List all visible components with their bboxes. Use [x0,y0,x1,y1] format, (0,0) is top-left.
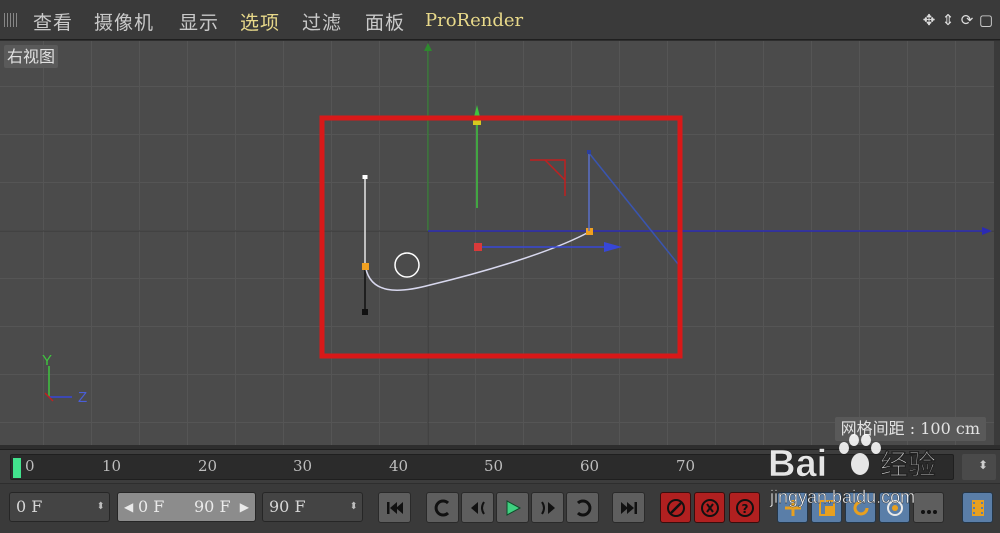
rotation-key-button[interactable] [845,492,876,523]
dots-icon [920,509,937,514]
view-name-label[interactable]: 右视图 [4,45,59,68]
menu-view[interactable]: 查看 [33,8,73,35]
rotate-key-icon [853,500,868,515]
zoom-view-icon[interactable]: ⇕ [940,11,956,29]
rotate-view-icon[interactable]: ⟳ [959,11,975,29]
timeline-tick: 50 [484,457,504,475]
transport-bar: 0 F ⬍ ◀ 0 F 90 F ▶ 90 F ⬍ ? [0,484,1000,533]
gizmo-plane-handle [544,159,566,181]
gizmo-plane-handle [530,159,566,196]
gizmo-z-arrow [604,242,622,252]
stepper-icon: ⬍ [977,458,988,472]
corner-y-label: Y [42,352,52,369]
end-frame-value: 90 F [269,497,306,516]
next-frame-icon [540,500,555,515]
menu-camera[interactable]: 摄像机 [94,8,154,35]
keyframe-help-button[interactable]: ? [729,492,760,523]
record-icon [666,498,685,517]
timeline-tick: 0 [25,457,35,475]
go-to-start-icon [386,501,403,514]
move-key-icon [784,499,801,516]
menu-filter[interactable]: 过滤 [302,8,342,35]
timeline-tick: 20 [198,457,218,475]
scene-canvas[interactable]: Y Z [0,41,1000,445]
gizmo-y-handle [473,120,481,125]
frame-range-slider[interactable]: ◀ 0 F 90 F ▶ [117,492,256,522]
view-navigation-icons: ✥ ⇕ ⟳ ▢ [921,10,994,30]
autokey-icon [700,498,719,517]
next-key-button[interactable] [566,492,599,523]
range-left-arrow-icon[interactable]: ◀ [124,493,133,521]
previous-key-button[interactable] [426,492,459,523]
current-frame-value: 0 F [16,497,43,516]
grid-spacing-label: 网格间距 : 100 cm [834,417,986,441]
cinema4d-window: 查看 摄像机 显示 选项 过滤 面板 ProRender ✥ ⇕ ⟳ ▢ Y Z… [0,0,1000,533]
previous-frame-button[interactable] [461,492,494,523]
range-end-value: 90 F [194,497,231,516]
range-start-value: 0 F [138,497,165,516]
scale-key-button[interactable] [811,492,842,523]
go-to-start-button[interactable] [378,492,411,523]
spline-segment [588,152,683,270]
tangent-handle-point [362,309,368,315]
autokey-button[interactable] [694,492,725,523]
previous-frame-icon [470,500,485,515]
point-level-button[interactable] [913,492,944,523]
stepper-icon[interactable]: ⬍ [350,493,358,521]
timeline-bar: 0 10 20 30 40 50 60 70 ⬍ [0,449,1000,483]
timeline-tick: 10 [102,457,122,475]
menu-options[interactable]: 选项 [240,8,280,35]
highlight-box [319,115,683,359]
world-z-axis-arrow [982,227,992,235]
timeline-tick: 60 [580,457,600,475]
menu-prorender[interactable]: ProRender [425,10,523,31]
circle-object [394,252,420,278]
next-key-icon [576,499,591,516]
panel-grip-icon[interactable] [4,13,18,27]
spline-point [362,175,368,179]
scale-key-icon [818,499,835,516]
next-frame-button[interactable] [531,492,564,523]
stepper-icon[interactable]: ⬍ [97,493,105,521]
current-frame-field[interactable]: 0 F ⬍ [9,492,110,522]
play-icon [506,499,521,516]
world-y-axis-arrow [424,43,432,51]
previous-key-icon [434,499,449,516]
position-key-button[interactable] [777,492,808,523]
toggle-view-icon[interactable]: ▢ [978,11,994,29]
menu-panel[interactable]: 面板 [365,8,405,35]
gizmo-x-handle [474,243,482,251]
record-button[interactable] [660,492,691,523]
film-strip-icon [971,499,984,516]
menu-display[interactable]: 显示 [179,8,219,35]
spline-point [587,150,591,154]
right-view-viewport[interactable]: Y Z 右视图 网格间距 : 100 cm [0,41,1000,445]
help-icon: ? [735,498,754,517]
timeline-tick: 70 [676,457,696,475]
timeline-tick: 40 [389,457,409,475]
move-view-icon[interactable]: ✥ [921,11,937,29]
timeline-ruler[interactable]: 0 10 20 30 40 50 60 70 [10,454,954,480]
parameter-key-button[interactable] [879,492,910,523]
svg-text:?: ? [741,502,748,516]
go-to-end-icon [620,501,637,514]
playhead[interactable] [13,458,21,478]
end-frame-field[interactable]: 90 F ⬍ [262,492,363,522]
corner-z-label: Z [78,389,87,406]
spline-curve [364,231,590,291]
range-right-arrow-icon[interactable]: ▶ [240,493,249,521]
timeline-tick: 30 [293,457,313,475]
go-to-end-button[interactable] [612,492,645,523]
parameter-key-icon [886,499,903,516]
viewport-menubar: 查看 摄像机 显示 选项 过滤 面板 ProRender ✥ ⇕ ⟳ ▢ [0,0,1000,40]
timeline-scroll-control[interactable]: ⬍ [962,454,996,480]
play-button[interactable] [496,492,529,523]
spline-selected-point [362,263,369,270]
timeline-window-button[interactable] [962,492,993,523]
